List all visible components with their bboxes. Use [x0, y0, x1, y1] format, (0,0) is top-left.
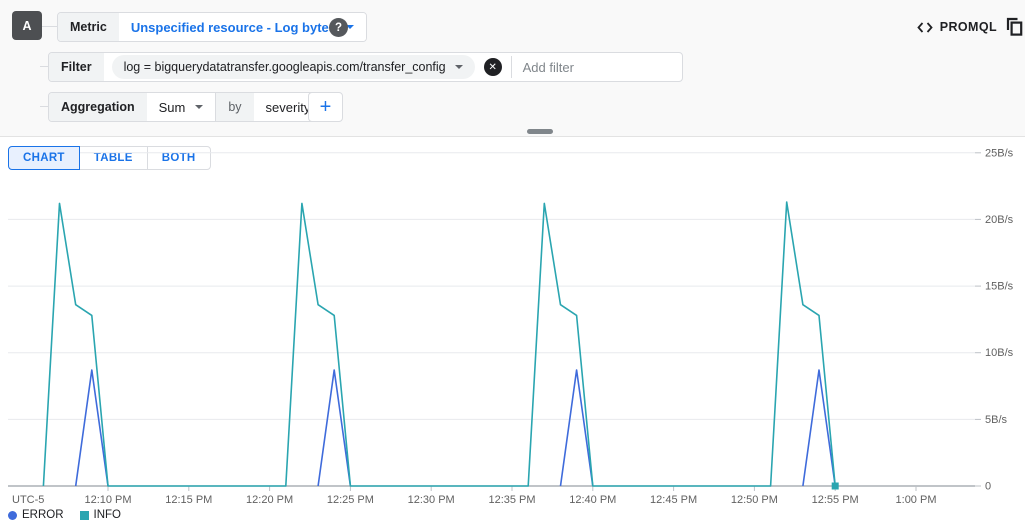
legend-square-marker: [80, 511, 89, 520]
connector-line: [42, 26, 57, 27]
svg-text:12:10 PM: 12:10 PM: [84, 494, 131, 506]
metric-label: Metric: [58, 13, 119, 41]
legend-circle-marker: [8, 511, 17, 520]
svg-text:1:00 PM: 1:00 PM: [896, 494, 937, 506]
svg-text:UTC-5: UTC-5: [12, 494, 44, 506]
svg-text:12:55 PM: 12:55 PM: [812, 494, 859, 506]
filter-label: Filter: [49, 53, 104, 81]
aggregation-function-value: Sum: [159, 100, 186, 115]
aggregation-by-label: by: [216, 93, 253, 121]
svg-text:12:45 PM: 12:45 PM: [650, 494, 697, 506]
query-row-badge: A: [12, 11, 42, 40]
aggregation-by-value: severity: [266, 100, 311, 115]
tab-chart[interactable]: CHART: [8, 146, 80, 170]
svg-text:12:20 PM: 12:20 PM: [246, 494, 293, 506]
filter-chip-text: log = bigquerydatatransfer.googleapis.co…: [124, 60, 446, 74]
svg-text:15B/s: 15B/s: [985, 281, 1014, 293]
remove-filter-button[interactable]: ✕: [484, 58, 502, 76]
aggregation-function-dropdown[interactable]: Sum: [147, 93, 216, 121]
aggregation-label: Aggregation: [49, 93, 147, 121]
svg-text:25B/s: 25B/s: [985, 147, 1014, 159]
add-filter-input[interactable]: Add filter: [523, 53, 574, 81]
metric-value: Unspecified resource - Log bytes: [131, 20, 336, 35]
legend-label: ERROR: [22, 509, 64, 521]
divider: [511, 56, 512, 78]
panel-resize-handle[interactable]: [527, 129, 553, 134]
svg-text:12:50 PM: 12:50 PM: [731, 494, 778, 506]
svg-text:10B/s: 10B/s: [985, 347, 1014, 359]
svg-text:12:35 PM: 12:35 PM: [488, 494, 535, 506]
promql-label: PROMQL: [940, 20, 997, 34]
svg-text:12:40 PM: 12:40 PM: [569, 494, 616, 506]
connector-line: [40, 66, 48, 67]
metric-box: Metric Unspecified resource - Log bytes: [57, 12, 367, 42]
help-icon[interactable]: ?: [329, 18, 348, 37]
svg-text:12:25 PM: 12:25 PM: [327, 494, 374, 506]
copy-icon[interactable]: [1006, 17, 1024, 36]
svg-text:12:15 PM: 12:15 PM: [165, 494, 212, 506]
svg-text:12:30 PM: 12:30 PM: [408, 494, 455, 506]
chevron-down-icon: [195, 105, 203, 109]
log-bytes-chart[interactable]: 25B/s 20B/s 15B/s 10B/s 5B/s 0 12:10 PM 12:15 P…: [0, 140, 1025, 510]
add-aggregation-button[interactable]: +: [308, 92, 343, 122]
chart-legend: ERROR INFO: [8, 509, 121, 521]
legend-item-error[interactable]: ERROR: [8, 509, 64, 521]
aggregation-box: Aggregation Sum by severity: [48, 92, 341, 122]
svg-text:0: 0: [985, 481, 991, 493]
promql-button[interactable]: PROMQL: [917, 12, 997, 42]
metrics-explorer: A Metric Unspecified resource - Log byte…: [0, 0, 1025, 528]
filter-box: Filter log = bigquerydatatransfer.google…: [48, 52, 683, 82]
svg-text:5B/s: 5B/s: [985, 414, 1008, 426]
legend-item-info[interactable]: INFO: [80, 509, 121, 521]
legend-label: INFO: [94, 509, 121, 521]
svg-text:20B/s: 20B/s: [985, 214, 1014, 226]
chevron-down-icon: [455, 65, 463, 69]
connector-line: [40, 106, 48, 107]
code-brackets-icon: [917, 22, 933, 33]
filter-chip[interactable]: log = bigquerydatatransfer.googleapis.co…: [112, 55, 475, 79]
